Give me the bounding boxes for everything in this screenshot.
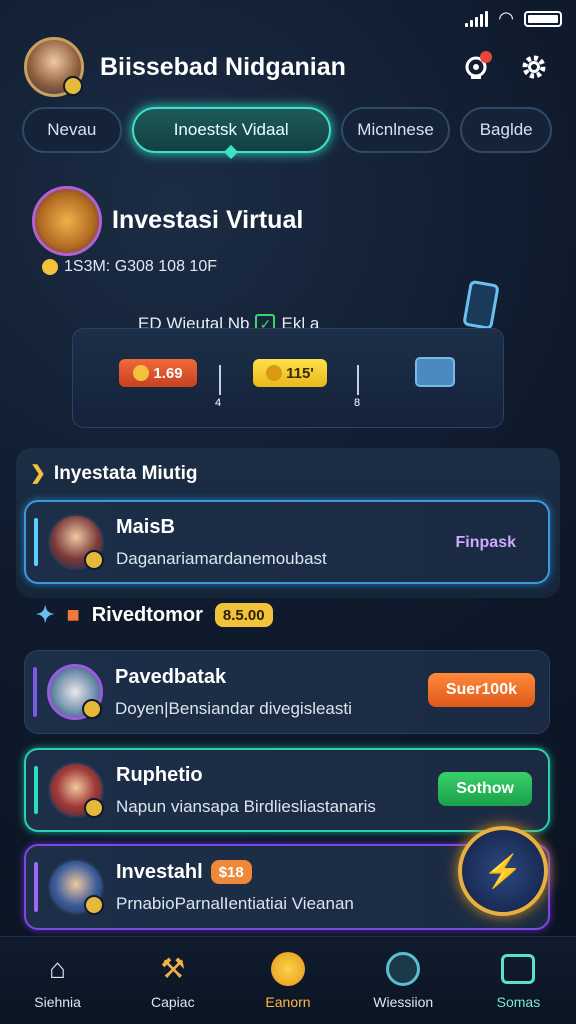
value-tag: 8.5.00	[214, 603, 273, 627]
nav-item-capiac[interactable]: ⚒ Capiac	[115, 937, 230, 1024]
tick-label-2: 8	[354, 397, 361, 409]
nav-label: Wiessiion	[373, 993, 434, 1010]
coin-icon	[270, 951, 306, 986]
tick-label-1: 4	[215, 397, 222, 409]
coin-icon	[266, 365, 283, 381]
tools-icon: ⚒	[160, 953, 186, 984]
nav-item-siehnia[interactable]: ⌂ Siehnia	[0, 937, 115, 1024]
hero-title: Investasi Virtual	[112, 206, 304, 234]
grid-icon	[500, 952, 536, 986]
coin-icon	[42, 259, 58, 275]
section-title: ❯ Inyestata Miutig	[30, 462, 198, 485]
investment-card-ruphetio[interactable]: Ruphetio Napun viansapa Birdliesliastana…	[24, 748, 550, 832]
avatar[interactable]	[24, 37, 84, 97]
tick-marker	[219, 365, 221, 395]
investment-card-pavedbatak[interactable]: Pavedbatak Doyen|Bensiandar divegisleast…	[24, 650, 550, 734]
notification-badge	[480, 51, 492, 63]
battery-icon	[524, 10, 562, 27]
tab-bar: Nevau Inoestsk Vidaal Micnlnese Baglde	[22, 107, 552, 153]
hero-stats-panel: 1.69 4 115' 8	[72, 328, 504, 428]
nav-label: Capiac	[151, 993, 195, 1010]
stat-pill-yellow-value: 115'	[286, 364, 314, 382]
investment-card-maisb[interactable]: MaisB Daganariamardanemoubast Finpask	[24, 500, 550, 584]
section-rivedtomor: ✦ ■ Rivedtomor 8.5.00	[36, 602, 273, 628]
status-bar: ◠	[465, 8, 562, 29]
signal-icon	[465, 10, 489, 27]
finpask-button[interactable]: Finpask	[438, 526, 534, 560]
section-title-text: Inyestata Miutig	[53, 462, 198, 484]
document-avatar	[47, 664, 103, 720]
gear-icon[interactable]	[514, 47, 554, 87]
investment-badge-icon	[32, 186, 102, 256]
stat-pill-orange-value: 1.69	[153, 364, 183, 382]
nav-item-somas[interactable]: Somas	[461, 937, 576, 1024]
tick-marker	[357, 365, 359, 395]
gift-icon: ■	[66, 602, 80, 627]
user-name: Biissebad Nidganian	[100, 52, 346, 81]
home-icon: ⌂	[49, 952, 67, 984]
coin-icon	[133, 365, 150, 381]
notification-icon[interactable]	[456, 47, 496, 87]
bird-icon: ✦	[36, 602, 55, 627]
section-title-text: Rivedtomor	[91, 603, 203, 626]
tab-micnlnese[interactable]: Micnlnese	[340, 107, 451, 153]
bottom-nav: ⌂ Siehnia ⚒ Capiac Eanorn Wiessiion Soma…	[0, 936, 576, 1024]
phone-icon	[462, 279, 500, 331]
tab-baglde[interactable]: Baglde	[460, 107, 552, 153]
hero-subtitle: 1S3M: G308 108 10F	[42, 258, 217, 276]
stat-pill-yellow[interactable]: 115'	[253, 359, 327, 387]
chevron-icon: ❯	[30, 463, 46, 484]
nav-item-wiessiion[interactable]: Wiessiion	[346, 937, 461, 1024]
profile-icon	[385, 951, 421, 986]
avatar	[48, 514, 104, 570]
card-title-text: Investahl	[116, 860, 203, 883]
suer100k-button[interactable]: Suer100k	[427, 673, 535, 707]
hero-subtitle-text: 1S3M: G308 108 10F	[64, 258, 217, 275]
tab-investasi-virtual[interactable]: Inoestsk Vidaal	[131, 107, 331, 153]
lightning-icon: ⚡	[483, 853, 523, 889]
wifi-icon: ◠	[498, 8, 514, 28]
stat-pill-orange[interactable]: 1.69	[119, 359, 197, 387]
avatar	[48, 859, 104, 915]
lightning-button[interactable]: ⚡	[458, 826, 548, 916]
nav-label: Somas	[496, 993, 541, 1010]
sothow-button[interactable]: Sothow	[438, 772, 532, 806]
hero-panel: Investasi Virtual 1S3M: G308 108 10F ED …	[16, 176, 560, 428]
value-tag: $18	[210, 860, 252, 884]
tab-nevau[interactable]: Nevau	[22, 107, 122, 153]
nav-label: Eanorn	[265, 993, 311, 1010]
nav-item-eanorn[interactable]: Eanorn	[230, 937, 345, 1024]
header: Biissebad Nidganian	[24, 36, 554, 98]
wallet-icon[interactable]	[415, 357, 455, 387]
nav-label: Siehnia	[34, 993, 81, 1010]
avatar	[48, 762, 104, 818]
